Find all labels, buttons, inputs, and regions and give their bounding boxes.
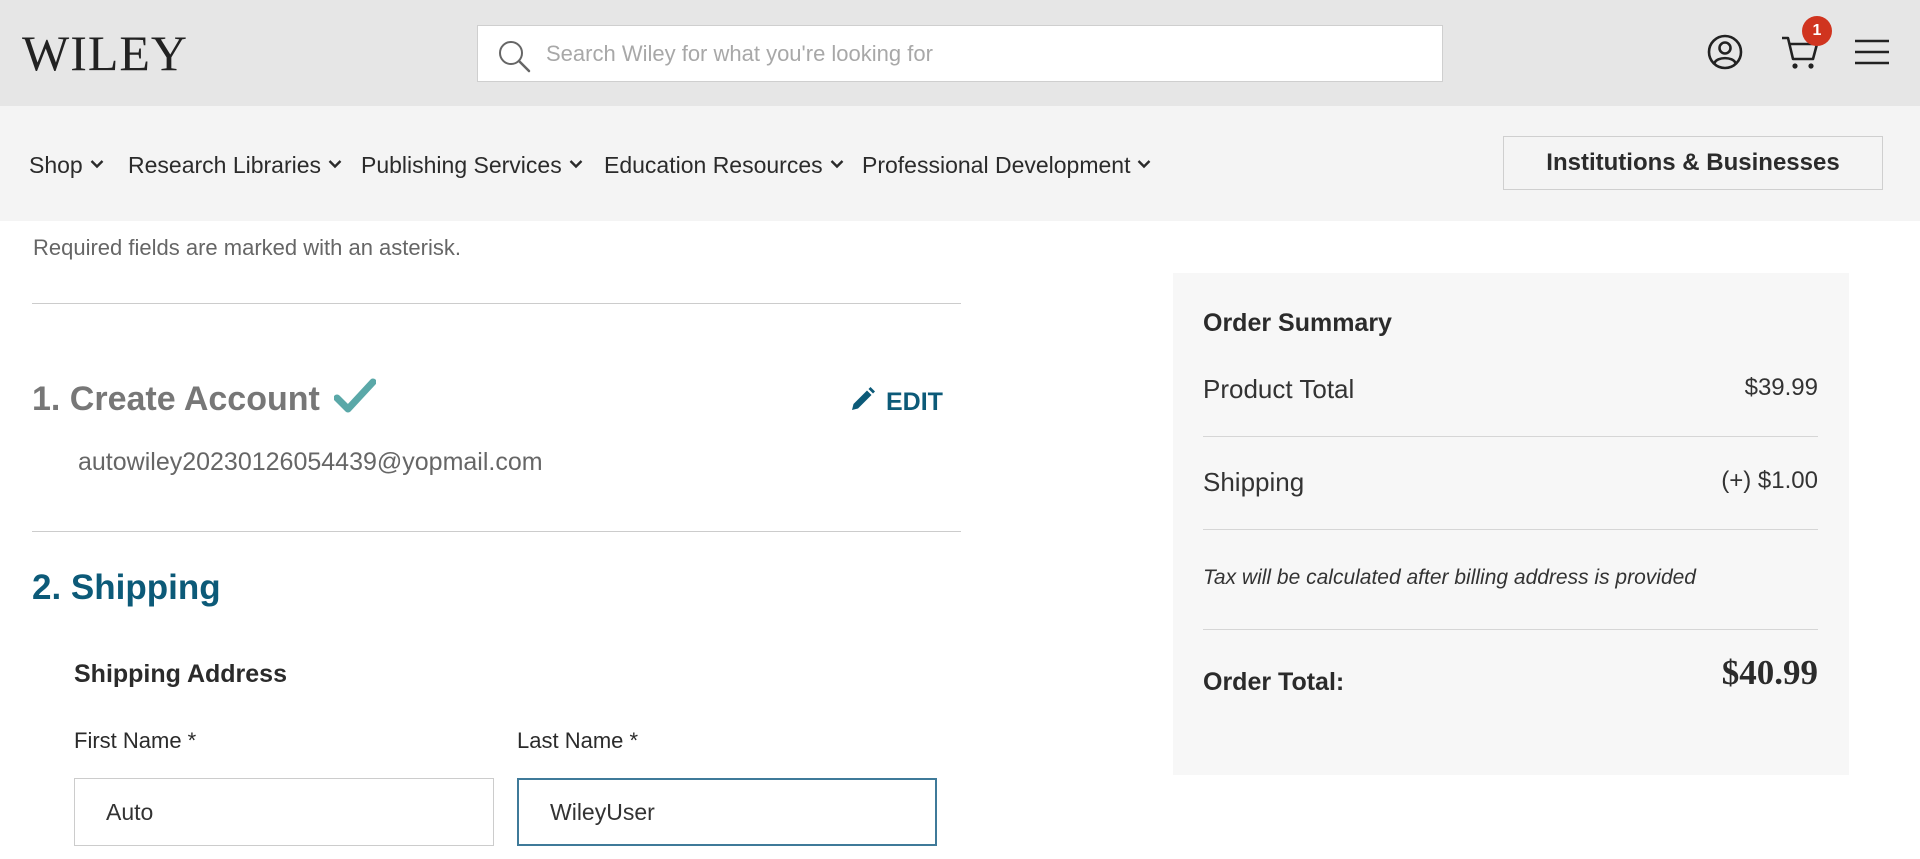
summary-divider — [1203, 436, 1818, 437]
nav-item-publishing-services[interactable]: Publishing Services — [361, 150, 583, 180]
nav-item-label: Publishing Services — [361, 152, 562, 178]
account-email: autowiley20230126054439@yopmail.com — [78, 448, 543, 476]
last-name-label: Last Name * — [517, 728, 639, 753]
order-summary-panel: Order Summary Product Total $39.99 Shipp… — [1173, 273, 1849, 775]
menu-icon[interactable] — [1852, 32, 1892, 72]
institutions-businesses-button[interactable]: Institutions & Businesses — [1503, 136, 1883, 190]
nav-item-professional-development[interactable]: Professional Development — [862, 150, 1151, 180]
account-icon[interactable] — [1705, 32, 1745, 72]
shipping-value: (+) $1.00 — [1721, 467, 1818, 494]
nav-item-education-resources[interactable]: Education Resources — [604, 150, 844, 180]
chevron-down-icon — [830, 160, 843, 169]
step-create-account-title: 1. Create Account — [32, 380, 320, 418]
cart-count-badge: 1 — [1802, 16, 1832, 46]
first-name-field[interactable] — [74, 778, 494, 846]
search-icon[interactable] — [496, 38, 532, 74]
nav-item-label: Education Resources — [604, 152, 823, 178]
nav-item-label: Shop — [29, 152, 83, 178]
chevron-down-icon — [569, 160, 583, 169]
order-total-label: Order Total: — [1203, 668, 1345, 696]
chevron-down-icon — [328, 160, 342, 169]
summary-divider — [1203, 629, 1818, 630]
summary-divider — [1203, 529, 1818, 530]
shipping-label: Shipping — [1203, 467, 1305, 497]
step-shipping-title: 2. Shipping — [32, 568, 221, 607]
required-fields-note: Required fields are marked with an aster… — [33, 235, 461, 260]
order-summary-title: Order Summary — [1203, 309, 1392, 337]
first-name-label: First Name * — [74, 728, 197, 753]
chevron-down-icon — [90, 160, 104, 169]
nav-item-shop[interactable]: Shop — [29, 150, 104, 180]
tax-note: Tax will be calculated after billing add… — [1203, 566, 1696, 589]
product-total-value: $39.99 — [1744, 374, 1818, 401]
nav-item-label: Professional Development — [862, 152, 1131, 178]
search-input[interactable] — [546, 26, 1426, 81]
edit-account-button[interactable]: EDIT — [848, 386, 943, 417]
nav-item-label: Research Libraries — [128, 152, 322, 178]
search-bar — [477, 25, 1443, 82]
nav-item-research-libraries[interactable]: Research Libraries — [128, 150, 342, 180]
main-nav: Shop Research Libraries Publishing Servi… — [0, 106, 1920, 221]
section-divider — [32, 531, 961, 532]
checkmark-icon — [334, 378, 376, 413]
edit-label: EDIT — [886, 388, 943, 416]
last-name-field[interactable] — [517, 778, 937, 846]
product-total-label: Product Total — [1203, 374, 1355, 404]
site-header: WILEY 1 — [0, 0, 1920, 106]
section-divider — [32, 303, 961, 304]
wiley-logo[interactable]: WILEY — [22, 24, 188, 82]
pencil-icon — [852, 387, 875, 410]
order-total-value: $40.99 — [1721, 653, 1818, 692]
chevron-down-icon — [1138, 160, 1151, 169]
shipping-address-heading: Shipping Address — [74, 660, 287, 688]
